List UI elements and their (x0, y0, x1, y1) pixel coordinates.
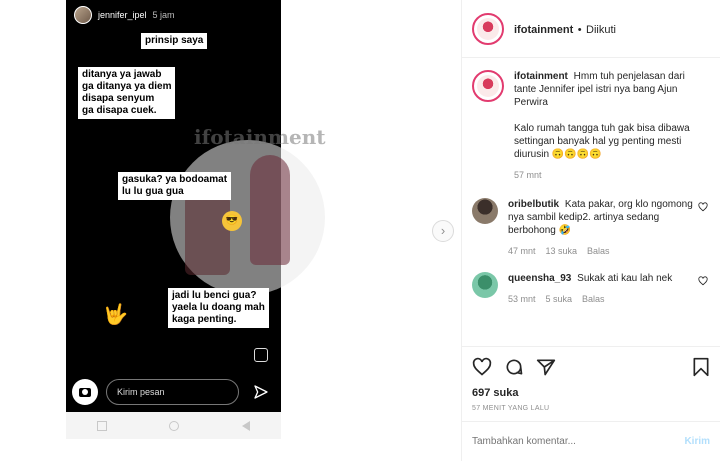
recents-icon (97, 420, 108, 431)
like-heart-icon[interactable] (472, 357, 492, 377)
story-text-bubble: ditanya ya jawab ga ditanya ya diem disa… (78, 67, 176, 119)
story-text-bubble: jadi lu benci gua? yaela lu doang mah ka… (168, 288, 269, 328)
story-reply-bar: Kirim pesan (72, 378, 277, 406)
comment-likes[interactable]: 5 suka (546, 293, 573, 306)
action-icons (472, 355, 710, 379)
comments-list: ifotainment Hmm tuh penjelasan dari tant… (462, 58, 720, 346)
account-username[interactable]: ifotainment (514, 24, 573, 36)
post-actions: 697 suka 57 MENIT YANG LALU (462, 346, 720, 420)
comment-username[interactable]: queensha_93 (508, 273, 571, 284)
comment-bubble-icon[interactable] (504, 357, 524, 377)
back-icon (241, 420, 250, 431)
story-reply-input[interactable]: Kirim pesan (106, 379, 239, 405)
story-text-bubble: prinsip saya (141, 33, 208, 49)
story-header: jennifer_ipel 5 jam (74, 6, 175, 24)
reply-button[interactable]: Balas (587, 245, 610, 258)
commenter-avatar[interactable] (472, 198, 498, 224)
story-text-bubble: gasuka? ya bodoamat lu lu gua gua (118, 172, 232, 200)
comment-body: oribelbutik Kata pakar, org klo ngomong … (508, 198, 703, 258)
caption-body: ifotainment Hmm tuh penjelasan dari tant… (514, 70, 709, 182)
comment-like-heart-icon[interactable] (698, 276, 708, 286)
add-comment-bar: Kirim (462, 421, 720, 461)
comment-item: oribelbutik Kata pakar, org klo ngomong … (472, 198, 710, 258)
camera-icon (79, 387, 91, 397)
watermark-logo: ifotainment (170, 125, 350, 295)
caption-avatar[interactable] (472, 70, 504, 102)
post-header: ifotainment • Diikuti (462, 0, 720, 58)
likes-count[interactable]: 697 suka (472, 387, 710, 399)
caption-username[interactable]: ifotainment (514, 71, 568, 82)
comment-meta: 53 mnt 5 suka Balas (508, 293, 703, 306)
reply-button[interactable]: Balas (582, 293, 605, 306)
zoom-icon (254, 348, 268, 362)
comment-meta: 47 mnt 13 suka Balas (508, 245, 703, 258)
comment-item: queensha_93 Sukak ati kau lah nek 53 mnt… (472, 272, 710, 306)
account-avatar[interactable] (472, 12, 504, 45)
comment-likes[interactable]: 13 suka (546, 245, 578, 258)
share-paper-plane-icon[interactable] (536, 357, 556, 377)
post-side-panel: ifotainment • Diikuti ifotainment Hmm tu… (462, 0, 720, 461)
comment-text: Sukak ati kau lah nek (577, 273, 673, 284)
story-avatar (74, 6, 92, 24)
follow-status[interactable]: Diikuti (586, 24, 616, 36)
comment-time[interactable]: 53 mnt (508, 293, 536, 306)
save-bookmark-icon[interactable] (692, 357, 710, 377)
camera-button[interactable] (72, 379, 98, 405)
comment-username[interactable]: oribelbutik (508, 199, 559, 210)
brand-logo-icon (477, 75, 499, 97)
send-icon[interactable] (253, 384, 269, 400)
caption-time[interactable]: 57 mnt (514, 169, 542, 182)
rock-hand-emoji-icon: 🤟 (103, 304, 128, 326)
post-media: jennifer_ipel 5 jam ifotainment prinsip … (0, 0, 462, 461)
android-nav-bar (66, 412, 281, 439)
story-time: 5 jam (152, 10, 175, 20)
caption: ifotainment Hmm tuh penjelasan dari tant… (472, 70, 710, 182)
comment-body: queensha_93 Sukak ati kau lah nek 53 mnt… (508, 272, 703, 306)
instagram-post-view: jennifer_ipel 5 jam ifotainment prinsip … (0, 0, 720, 461)
post-time-ago[interactable]: 57 MENIT YANG LALU (472, 405, 710, 412)
caption-meta: 57 mnt (514, 169, 709, 182)
comment-like-heart-icon[interactable] (698, 202, 708, 212)
story-username: jennifer_ipel (98, 10, 147, 20)
watermark-figure (250, 155, 290, 265)
sunglasses-emoji-icon: 😎 (222, 211, 242, 231)
commenter-avatar[interactable] (472, 272, 498, 298)
caption-text: Hmm tuh penjelasan dari tante Jennifer i… (514, 71, 690, 160)
brand-logo-icon (477, 17, 499, 40)
next-media-button[interactable]: › (432, 220, 454, 242)
header-separator: • (577, 23, 582, 36)
home-icon (169, 420, 180, 431)
comment-input[interactable] (472, 436, 685, 447)
watermark-text: ifotainment (194, 125, 326, 149)
post-comment-button[interactable]: Kirim (684, 436, 710, 447)
comment-time[interactable]: 47 mnt (508, 245, 536, 258)
